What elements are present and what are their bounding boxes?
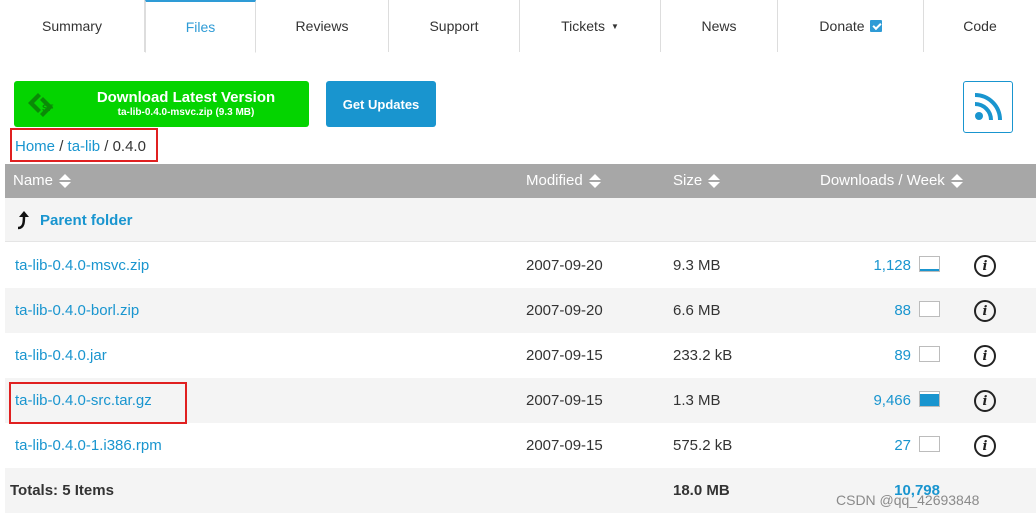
tab-label: Tickets [561,18,605,34]
breadcrumb-separator: / [104,138,109,155]
table-row: ta-lib-0.4.0-src.tar.gz 2007-09-15 1.3 M… [5,378,1036,423]
breadcrumb: Home / ta-lib / 0.4.0 [10,128,158,162]
files-table-header: Name Modified Size Downloads / Week [5,164,1036,198]
file-link[interactable]: ta-lib-0.4.0-borl.zip [15,302,139,319]
tab-code[interactable]: Code [924,0,1036,52]
tab-reviews[interactable]: Reviews [256,0,389,52]
file-size: 575.2 kB [673,437,733,454]
file-info-icon[interactable]: i [974,435,996,457]
weekly-downloads-sparkline [919,301,940,317]
file-size: 1.3 MB [673,392,721,409]
sort-icon [588,173,601,188]
file-modified: 2007-09-20 [526,257,603,274]
file-info-icon[interactable]: i [974,300,996,322]
tab-label: Files [185,19,216,35]
column-header-size[interactable]: Size [673,172,721,189]
tab-label: Reviews [295,18,349,34]
column-header-label: Modified [526,172,583,189]
column-header-label: Name [13,172,54,189]
weekly-downloads-sparkline [919,346,940,362]
tab-label: Summary [42,18,102,34]
breadcrumb-project-link[interactable]: ta-lib [68,138,101,155]
sourceforge-logo-icon: SF [28,93,54,117]
file-downloads[interactable]: 89 [785,347,911,364]
sort-icon [950,173,963,188]
project-tabs: Summary Files Reviews Support Tickets ▼ N… [0,0,1036,53]
file-modified: 2007-09-15 [526,437,603,454]
file-info-icon[interactable]: i [974,390,996,412]
weekly-downloads-sparkline [919,256,940,272]
file-info-icon[interactable]: i [974,345,996,367]
tab-support[interactable]: Support [389,0,520,52]
tab-label: Code [963,18,997,34]
rss-button[interactable] [963,81,1013,133]
column-header-label: Downloads / Week [820,172,945,189]
file-downloads[interactable]: 9,466 [785,392,911,409]
tab-label: Support [429,18,479,34]
breadcrumb-home-link[interactable]: Home [15,138,55,155]
parent-folder-row[interactable]: Parent folder [5,198,1036,242]
sort-icon [708,173,721,188]
rss-icon [974,93,1002,121]
tab-label: News [701,18,737,34]
file-link[interactable]: ta-lib-0.4.0-1.i386.rpm [15,437,162,454]
tab-label: Donate [819,18,865,34]
column-header-downloads[interactable]: Downloads / Week [820,172,963,189]
tab-summary[interactable]: Summary [0,0,145,52]
tab-donate[interactable]: Donate [778,0,924,52]
download-title: Download Latest Version [96,89,276,106]
file-downloads[interactable]: 88 [785,302,911,319]
file-size: 233.2 kB [673,347,733,364]
column-header-label: Size [673,172,703,189]
file-link[interactable]: ta-lib-0.4.0-src.tar.gz [15,392,152,409]
download-latest-button[interactable]: SF Download Latest Version ta-lib-0.4.0-… [14,81,309,127]
file-modified: 2007-09-20 [526,302,603,319]
file-downloads[interactable]: 27 [785,437,911,454]
breadcrumb-separator: / [59,138,64,155]
file-modified: 2007-09-15 [526,392,603,409]
caret-down-icon: ▼ [610,21,619,31]
download-subtitle: ta-lib-0.4.0-msvc.zip (9.3 MB) [117,107,255,118]
totals-label: Totals: 5 Items [10,482,114,499]
tab-news[interactable]: News [661,0,778,52]
parent-folder-link[interactable]: Parent folder [40,212,133,229]
table-row: ta-lib-0.4.0-msvc.zip 2007-09-20 9.3 MB … [5,243,1036,288]
file-modified: 2007-09-15 [526,347,603,364]
file-info-icon[interactable]: i [974,255,996,277]
svg-text:SF: SF [42,103,54,113]
file-link[interactable]: ta-lib-0.4.0.jar [15,347,107,364]
weekly-downloads-sparkline [919,391,940,407]
table-row: ta-lib-0.4.0.jar 2007-09-15 233.2 kB 89 … [5,333,1036,378]
file-link[interactable]: ta-lib-0.4.0-msvc.zip [15,257,149,274]
tab-tickets[interactable]: Tickets ▼ [520,0,661,52]
watermark: CSDN @qq_42693848 [836,492,980,508]
column-header-name[interactable]: Name [13,172,72,189]
table-row: ta-lib-0.4.0-borl.zip 2007-09-20 6.6 MB … [5,288,1036,333]
file-downloads[interactable]: 1,128 [785,257,911,274]
totals-size: 18.0 MB [673,482,730,499]
column-header-modified[interactable]: Modified [526,172,601,189]
get-updates-button[interactable]: Get Updates [326,81,436,127]
file-size: 9.3 MB [673,257,721,274]
tab-files[interactable]: Files [145,0,256,53]
table-row: ta-lib-0.4.0-1.i386.rpm 2007-09-15 575.2… [5,423,1036,468]
breadcrumb-current: 0.4.0 [112,138,146,155]
file-size: 6.6 MB [673,302,721,319]
parent-folder-arrow-icon [17,211,29,230]
external-link-icon [869,20,882,32]
sort-icon [59,173,72,188]
weekly-downloads-sparkline [919,436,940,452]
